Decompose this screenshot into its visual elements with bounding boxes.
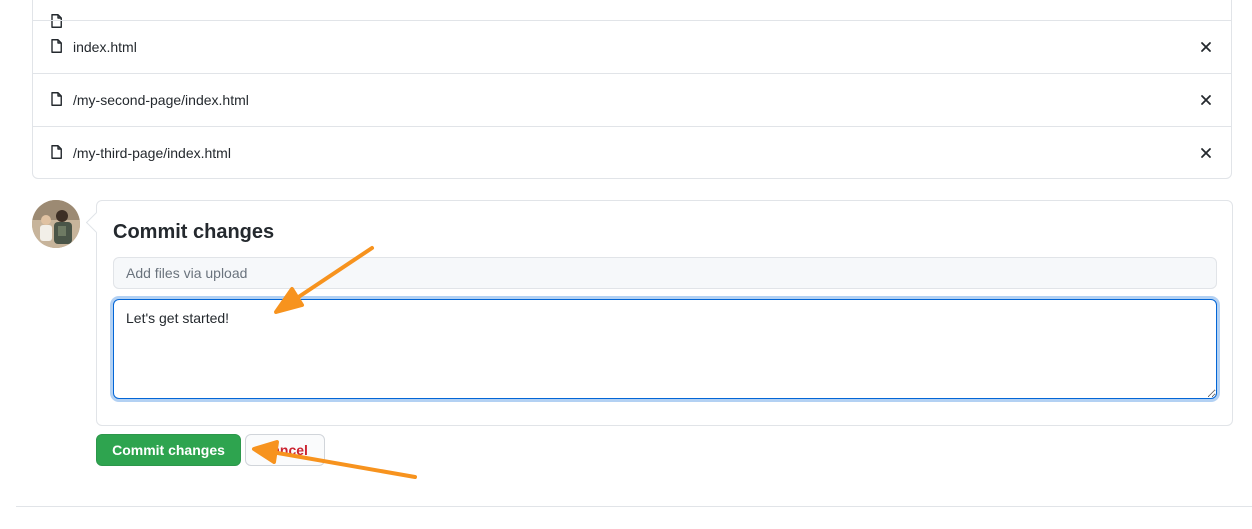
file-name: /my-third-page/index.html bbox=[73, 145, 231, 161]
avatar[interactable] bbox=[32, 200, 80, 248]
file-row: /my-second-page/index.html bbox=[33, 73, 1231, 126]
commit-title: Commit changes bbox=[113, 221, 275, 243]
close-icon[interactable] bbox=[1199, 40, 1213, 54]
commit-description-textarea[interactable] bbox=[113, 299, 1217, 399]
close-icon[interactable] bbox=[1199, 93, 1213, 107]
close-icon[interactable] bbox=[1199, 146, 1213, 160]
uploaded-files-list: index.html /my-second-page/index.html /m… bbox=[32, 0, 1232, 179]
file-row: /my-third-page/index.html bbox=[33, 126, 1231, 179]
divider bbox=[16, 506, 1252, 507]
file-row: index.html bbox=[33, 20, 1231, 73]
file-icon bbox=[51, 92, 62, 106]
file-icon bbox=[51, 145, 62, 159]
commit-form: Commit changes bbox=[85, 200, 1233, 426]
file-icon bbox=[51, 39, 62, 53]
commit-changes-button[interactable]: Commit changes bbox=[96, 434, 241, 466]
cancel-button[interactable]: Cancel bbox=[245, 434, 325, 466]
file-name: index.html bbox=[73, 39, 137, 55]
file-name: /my-second-page/index.html bbox=[73, 92, 249, 108]
commit-summary-input[interactable] bbox=[113, 257, 1217, 289]
upload-commit-page: index.html /my-second-page/index.html /m… bbox=[0, 0, 1252, 529]
